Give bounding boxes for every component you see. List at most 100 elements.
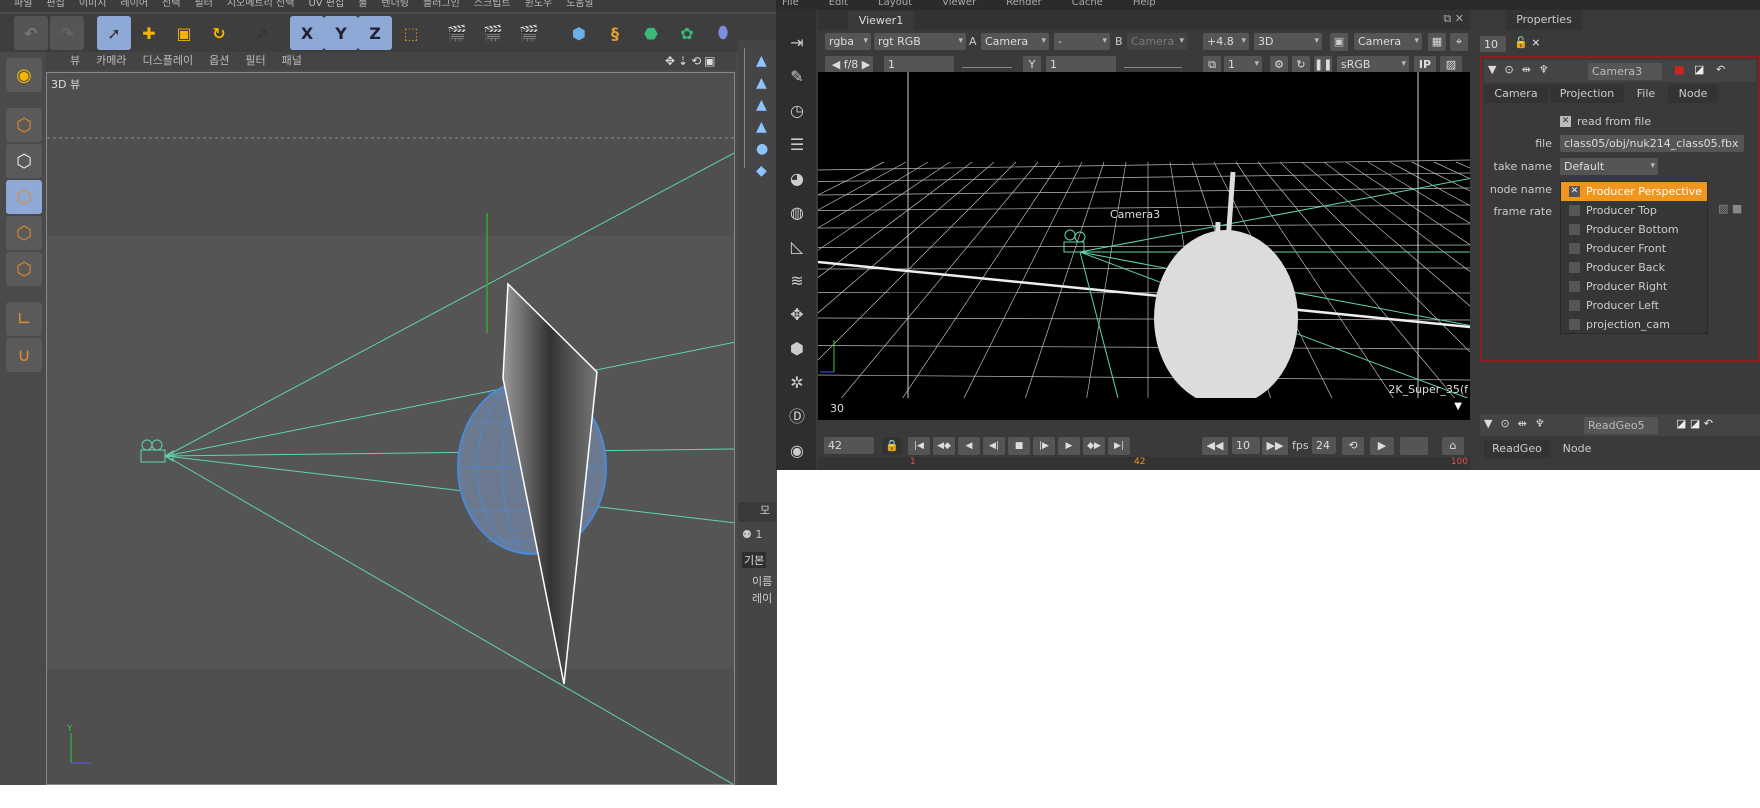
timeline-ruler[interactable]: 1 42 100 (818, 457, 1470, 470)
viewer-settings-icon[interactable]: ▦ (1428, 33, 1446, 51)
object-icons[interactable]: ▲ ▲ ▲ ▲ ● ◆ (756, 50, 768, 182)
file-path-field[interactable]: class05/obj/nuk214_class05.fbx (1560, 135, 1744, 152)
draw-tool-icon[interactable]: ✎ (786, 66, 808, 88)
range-dropdown-icon[interactable]: ▼ (1454, 401, 1462, 412)
dropdown-option[interactable]: projection_cam (1561, 315, 1707, 334)
points-mode-icon[interactable]: ⬡ (6, 180, 42, 214)
float-close-icon[interactable]: ⧉ ✕ (1443, 12, 1464, 26)
nuke-menu-item[interactable]: Viewer (942, 0, 976, 10)
skip-back-icon[interactable]: ◀◀ (1202, 437, 1228, 455)
dropdown-option[interactable]: ✕ Producer Perspective (1561, 182, 1707, 201)
projection-camera-icon[interactable] (140, 439, 174, 463)
views-tool-icon[interactable]: ◉ (786, 440, 808, 462)
nuke-menu-item[interactable]: Edit (829, 0, 848, 10)
render-picture-viewer-icon[interactable]: 🎬 (476, 16, 510, 50)
nuke-menu-item[interactable]: Render (1006, 0, 1042, 10)
gain-dropdown[interactable]: +4.8 (1203, 33, 1249, 50)
gain-field[interactable]: 1 (884, 56, 954, 73)
last-frame-icon[interactable]: ▶| (1108, 437, 1130, 455)
axis-mode-icon[interactable]: ∟ (6, 302, 42, 336)
model-mode-icon[interactable]: ⬡ (6, 108, 42, 142)
rotate-tool-icon[interactable]: ↻ (202, 16, 236, 50)
max-panels-field[interactable]: 10 (1480, 36, 1506, 52)
node-color2-icon[interactable]: ◪ (1694, 63, 1704, 76)
view-mode-dropdown[interactable]: 3D (1254, 33, 1322, 50)
merge-tool-icon[interactable]: ≋ (786, 270, 808, 292)
nuke-menu-item[interactable]: Layout (878, 0, 912, 10)
c4d-menu-item[interactable]: 필터 (194, 0, 212, 12)
lut-dropdown[interactable]: sRGB (1337, 56, 1409, 73)
camera3-icon[interactable] (1063, 229, 1086, 253)
stop-icon[interactable]: ■ (1008, 437, 1030, 455)
blank-button[interactable] (1400, 437, 1428, 455)
polygons-mode-icon[interactable]: ⬡ (6, 252, 42, 286)
prev-keyframe-icon[interactable]: ◀◆ (933, 437, 955, 455)
move-tool-icon[interactable]: ✚ (132, 16, 166, 50)
animation-curve-icon[interactable]: ▧ ■ (1718, 202, 1742, 215)
time-tool-icon[interactable]: ◷ (786, 100, 808, 122)
playback-mode-icon[interactable]: ▶ (1370, 437, 1394, 455)
node-header-icons[interactable]: ▼⊙⇹♆ (1488, 63, 1557, 76)
gamma-slider[interactable] (1124, 62, 1182, 68)
dropdown-option[interactable]: Producer Bottom (1561, 220, 1707, 239)
tab-node[interactable]: Node (1668, 85, 1718, 103)
read-from-file-checkbox[interactable]: ✕ read from file (1560, 115, 1651, 128)
lock-clear-icons[interactable]: 🔓 ⨯ (1514, 36, 1540, 49)
c4d-menu-item[interactable]: 툴 (358, 0, 367, 12)
take-name-dropdown[interactable]: Default (1560, 158, 1658, 175)
dropdown-option[interactable]: Producer Front (1561, 239, 1707, 258)
nuke-menu-item[interactable]: Cache (1072, 0, 1103, 10)
channels-dropdown[interactable]: rgba (825, 33, 871, 50)
particles-tool-icon[interactable]: ✲ (786, 372, 808, 394)
c4d-menu-item[interactable]: 스크립트 (474, 0, 511, 12)
gain-slider[interactable] (962, 62, 1012, 68)
viewport-menu-item[interactable]: 필터 (245, 52, 265, 70)
live-select-icon[interactable]: ➚ (245, 16, 279, 50)
proxy-dropdown[interactable]: 1 (1224, 56, 1262, 73)
node-color-icon[interactable]: ■ (1674, 63, 1684, 76)
deep-tool-icon[interactable]: Ⓓ (786, 406, 808, 428)
x-axis-lock-icon[interactable]: X (290, 16, 324, 50)
image-tool-icon[interactable]: ⇥ (786, 32, 808, 54)
c4d-menu-item[interactable]: 편집 (46, 0, 64, 12)
b-input-dropdown[interactable]: Camera (1127, 33, 1187, 50)
y-axis-lock-icon[interactable]: Y (324, 16, 358, 50)
next-frame-icon[interactable]: ▶ (1058, 437, 1080, 455)
c4d-menu-item[interactable]: UV 편집 (308, 0, 344, 12)
c4d-menu-item[interactable]: 지오메트리 선택 (227, 0, 295, 12)
current-frame-field[interactable]: 42 (824, 437, 874, 454)
dropdown-option[interactable]: Producer Top (1561, 201, 1707, 220)
skip-forward-icon[interactable]: ▶▶ (1262, 437, 1288, 455)
revert-icon[interactable]: ↶ (1716, 63, 1725, 76)
viewport-menu-item[interactable]: 디스플레이 (143, 52, 194, 70)
viewer-camera-dropdown[interactable]: Camera (1354, 33, 1422, 50)
c4d-menu-item[interactable]: 플러그인 (423, 0, 460, 12)
dropdown-option[interactable]: Producer Back (1561, 258, 1707, 277)
tab-readgeo[interactable]: ReadGeo (1484, 440, 1550, 458)
step-field[interactable]: 10 (1232, 437, 1260, 454)
3d-tool-icon[interactable]: ⬢ (786, 338, 808, 360)
c4d-menu-item[interactable]: 레이어 (120, 0, 148, 12)
snap-magnet-icon[interactable]: ∪ (6, 338, 42, 372)
node-header-icons-2[interactable]: ▼⊙⇹♆ (1484, 417, 1553, 430)
filter-tool-icon[interactable]: ◍ (786, 202, 808, 224)
node-name-field[interactable]: Camera3 (1588, 63, 1662, 80)
nurbs-icon[interactable]: ⬣ (634, 16, 668, 50)
lock-icon[interactable]: 🔒 (882, 437, 902, 455)
c4d-menu-item[interactable]: 파일 (14, 0, 32, 12)
nuke-menu-item[interactable]: File (782, 0, 799, 10)
play-forward-icon[interactable]: |▶ (1033, 437, 1055, 455)
layer-dropdown[interactable]: rgt RGB (874, 33, 966, 50)
tab-readgeo-node[interactable]: Node (1552, 440, 1602, 458)
nuke-menu-item[interactable]: Help (1133, 0, 1156, 10)
viewport-menu-item[interactable]: 카메라 (96, 52, 126, 70)
render-settings-icon[interactable]: 🎬 (512, 16, 546, 50)
redo-icon[interactable]: ↷ (50, 16, 84, 50)
texture-mode-icon[interactable]: ⬡ (6, 144, 42, 178)
viewport-menu-item[interactable]: 뷰 (70, 52, 80, 70)
c4d-menu-item[interactable]: 도움말 (566, 0, 594, 12)
c4d-menu-item[interactable]: 선택 (162, 0, 180, 12)
node-color-icon-2[interactable]: ◪ ◪ ↶ (1676, 417, 1713, 430)
keyer-tool-icon[interactable]: ◺ (786, 236, 808, 258)
cube-primitive-icon[interactable]: ⬢ (562, 16, 596, 50)
